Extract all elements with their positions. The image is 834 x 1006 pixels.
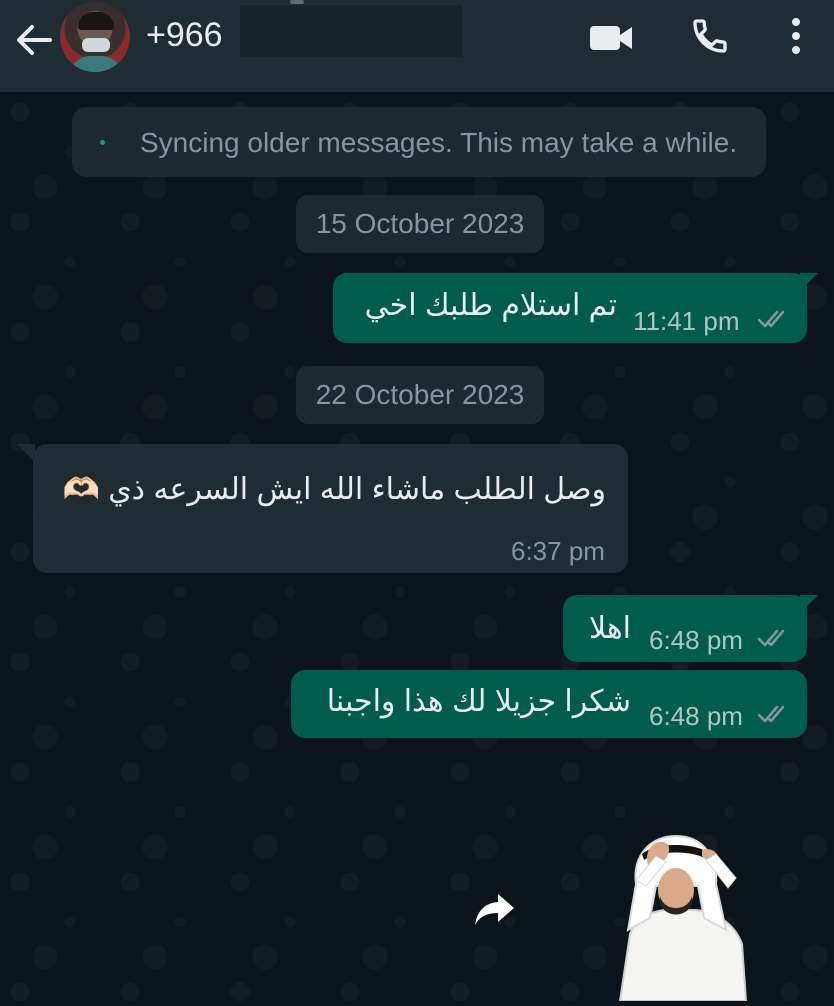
sticker-message[interactable]	[606, 826, 754, 1002]
message-time: 6:48 pm	[649, 701, 743, 731]
forward-button[interactable]	[472, 890, 516, 930]
contact-name[interactable]: +966	[146, 16, 223, 55]
video-camera-icon	[590, 26, 632, 50]
message-text: وصل الطلب ماشاء الله ايش السرعه ذي 🫶🏻	[62, 473, 607, 506]
message-text: شكرا جزيلا لك هذا واجبنا	[326, 685, 631, 718]
avatar-hair	[78, 12, 114, 30]
read-receipt-icon	[757, 310, 785, 328]
more-options-button[interactable]	[784, 14, 808, 58]
sticker-man-in-ghutra-icon	[618, 834, 748, 1002]
message-text: تم استلام طلبك اخي	[364, 289, 617, 322]
avatar-shirt	[70, 56, 122, 72]
read-receipt-icon	[757, 629, 785, 647]
contact-avatar[interactable]	[60, 2, 130, 72]
message-text: اهلا	[588, 612, 631, 645]
sync-progress-icon	[100, 140, 105, 145]
back-button[interactable]	[14, 22, 54, 58]
message-time: 11:41 pm	[633, 306, 740, 336]
outgoing-message[interactable]: تم استلام طلبك اخي 11:41 pm	[333, 273, 807, 343]
status-notch	[290, 0, 304, 4]
avatar-mask	[82, 38, 110, 52]
redacted-phone-number	[240, 5, 462, 57]
phone-icon	[693, 19, 727, 53]
video-call-button[interactable]	[588, 22, 634, 54]
date-separator: 15 October 2023	[296, 195, 544, 253]
incoming-message[interactable]: وصل الطلب ماشاء الله ايش السرعه ذي 🫶🏻 6:…	[33, 444, 628, 573]
message-time: 6:48 pm	[649, 625, 743, 655]
bubble-tail	[800, 595, 818, 613]
outgoing-message[interactable]: اهلا 6:48 pm	[563, 595, 807, 662]
outgoing-message[interactable]: شكرا جزيلا لك هذا واجبنا 6:48 pm	[291, 670, 807, 738]
chat-header: +966	[0, 0, 834, 92]
sync-banner-text: Syncing older messages. This may take a …	[140, 127, 738, 158]
bubble-tail	[17, 444, 35, 462]
voice-call-button[interactable]	[690, 16, 730, 56]
arrow-left-icon	[17, 25, 52, 55]
date-separator: 22 October 2023	[296, 366, 544, 424]
more-vertical-icon	[792, 18, 800, 54]
message-time: 6:37 pm	[511, 536, 605, 566]
bubble-tail	[800, 273, 818, 291]
sync-banner: Syncing older messages. This may take a …	[72, 107, 766, 177]
read-receipt-icon	[757, 705, 785, 723]
forward-arrow-icon	[475, 894, 514, 925]
